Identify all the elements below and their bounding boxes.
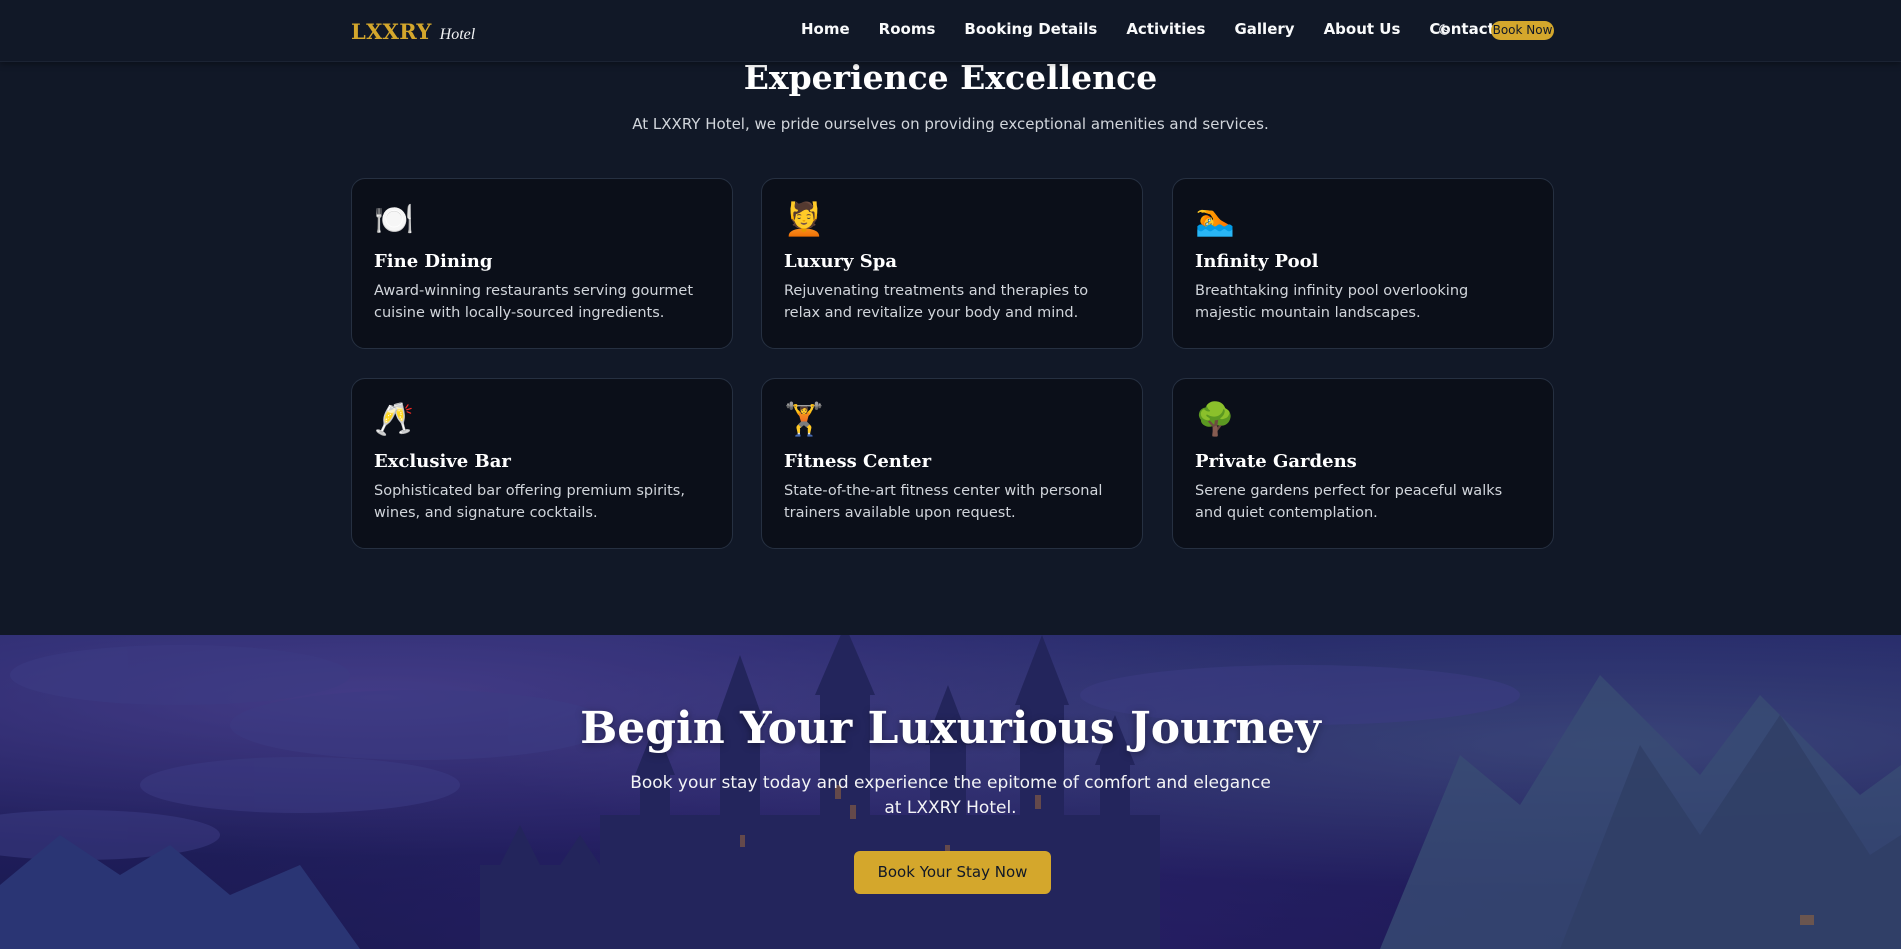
pool-icon: 🏊 [1195, 200, 1235, 238]
amenity-card-infinity-pool: 🏊 Infinity Pool Breathtaking infinity po… [1172, 178, 1554, 349]
nav-link-booking-details[interactable]: Booking Details [964, 20, 1097, 38]
amenity-card-luxury-spa: 💆 Luxury Spa Rejuvenating treatments and… [761, 178, 1143, 349]
amenity-card-fitness-center: 🏋️ Fitness Center State-of-the-art fitne… [761, 378, 1143, 549]
book-now-button[interactable]: Book Now [1491, 21, 1554, 40]
card-description: Rejuvenating treatments and therapies to… [784, 283, 1089, 321]
card-title: Exclusive Bar [374, 451, 511, 472]
moon-icon [1438, 23, 1450, 35]
card-title: Fitness Center [784, 451, 932, 472]
card-description: Sophisticated bar offering premium spiri… [374, 483, 685, 521]
nav-link-gallery[interactable]: Gallery [1234, 20, 1294, 38]
amenity-card-fine-dining: 🍽️ Fine Dining Award-winning restaurants… [351, 178, 733, 349]
navbar: LXXRY Hotel Home Rooms Booking Details A… [0, 0, 1901, 62]
tree-icon: 🌳 [1195, 400, 1235, 438]
nav-link-rooms[interactable]: Rooms [879, 20, 936, 38]
card-description: State-of-the-art fitness center with per… [784, 483, 1103, 521]
card-description: Serene gardens perfect for peaceful walk… [1195, 483, 1503, 521]
card-title: Fine Dining [374, 251, 493, 272]
section-title: Experience Excellence [743, 58, 1158, 97]
spa-icon: 💆 [784, 200, 824, 238]
cta-subtitle: Book your stay today and experience the … [630, 773, 1271, 818]
card-description: Award-winning restaurants serving gourme… [374, 283, 694, 321]
cta-section: Begin Your Luxurious Journey Book your s… [0, 635, 1901, 949]
brand-logo[interactable]: LXXRY Hotel [351, 19, 475, 44]
plate-icon: 🍽️ [374, 200, 414, 238]
nav-link-home[interactable]: Home [801, 20, 850, 38]
card-title: Private Gardens [1195, 451, 1357, 472]
card-title: Luxury Spa [784, 251, 898, 272]
nav-links: Home Rooms Booking Details Activities Ga… [801, 20, 1495, 38]
cta-title: Begin Your Luxurious Journey [580, 703, 1321, 754]
nav-link-activities[interactable]: Activities [1126, 20, 1205, 38]
theme-toggle-button[interactable] [1436, 21, 1452, 37]
card-description: Breathtaking infinity pool overlooking m… [1195, 283, 1469, 321]
nav-link-about-us[interactable]: About Us [1324, 20, 1401, 38]
card-title: Infinity Pool [1195, 251, 1319, 272]
section-subtitle: At LXXRY Hotel, we pride ourselves on pr… [632, 115, 1269, 133]
amenity-card-exclusive-bar: 🥂 Exclusive Bar Sophisticated bar offeri… [351, 378, 733, 549]
brand-name: LXXRY [351, 19, 432, 44]
amenity-card-private-gardens: 🌳 Private Gardens Serene gardens perfect… [1172, 378, 1554, 549]
brand-subtitle: Hotel [439, 26, 476, 43]
weightlifter-icon: 🏋️ [784, 400, 824, 438]
book-your-stay-button[interactable]: Book Your Stay Now [854, 851, 1051, 894]
champagne-icon: 🥂 [374, 400, 414, 438]
